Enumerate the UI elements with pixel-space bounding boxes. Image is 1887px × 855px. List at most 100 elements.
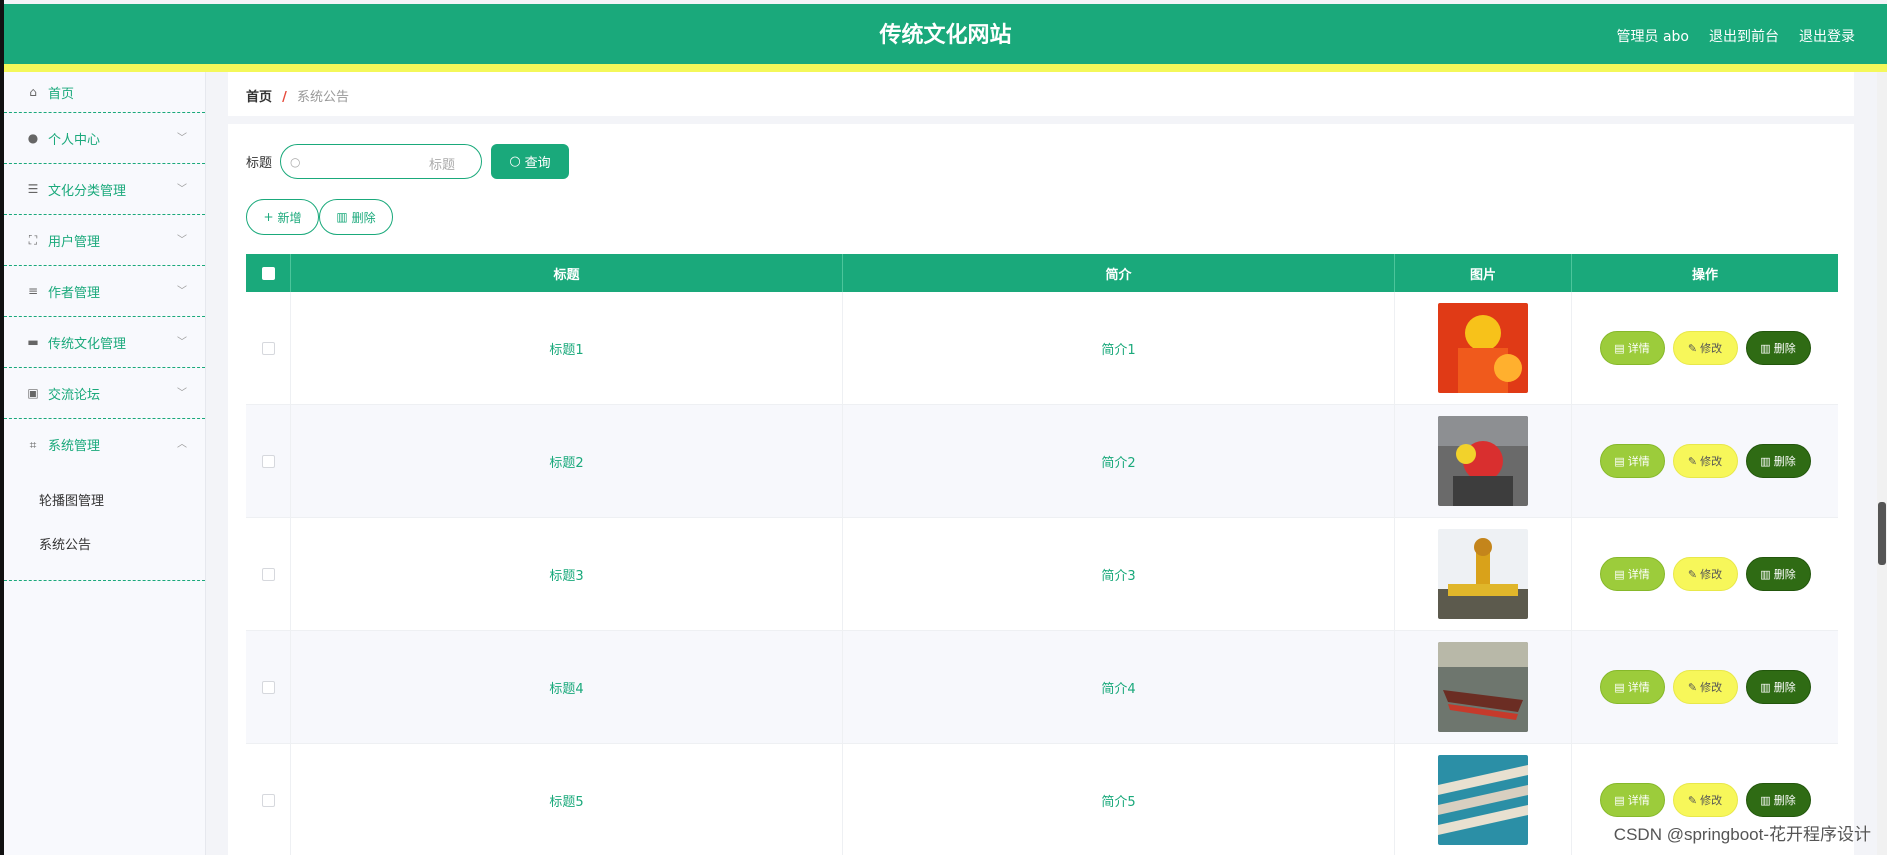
batch-delete-button[interactable]: ▥ 删除	[319, 199, 393, 235]
row-operation-cell: ▤ 详情 ✎ 修改 ▥ 删除	[1572, 518, 1838, 630]
trash-icon: ▥	[336, 210, 348, 224]
monitor-icon: ▬	[27, 335, 39, 349]
edit-label: 修改	[1700, 568, 1723, 581]
table-row: 标题2 简介2 ▤ 详情 ✎ 修改 ▥ 删除	[246, 405, 1838, 518]
sidebar-item-label: 首页	[48, 86, 75, 102]
detail-button[interactable]: ▤ 详情	[1599, 444, 1665, 478]
sidebar-subitem-carousel[interactable]: 轮播图管理	[4, 480, 205, 524]
row-checkbox[interactable]	[261, 567, 275, 581]
detail-label: 详情	[1627, 342, 1650, 355]
edit-label: 修改	[1700, 455, 1723, 468]
trash-icon: ▥	[1760, 793, 1771, 807]
breadcrumb: 首页 / 系统公告	[246, 86, 349, 105]
row-intro: 简介3	[843, 518, 1395, 630]
search-icon: ○	[509, 154, 521, 169]
sidebar-item-forum[interactable]: ▣ 交流论坛 ﹀	[4, 368, 205, 419]
row-thumbnail[interactable]	[1438, 303, 1528, 393]
top-header: 传统文化网站 管理员 abo 退出到前台 退出登录	[4, 4, 1887, 68]
action-row: + 新增 ▥ 删除	[246, 199, 393, 235]
notice-table: 标题 简介 图片 操作 标题1 简介1 ▤ 详情 ✎ 修改 ▥ 删除 标题2 简…	[246, 254, 1838, 855]
detail-label: 详情	[1627, 794, 1650, 807]
logout-link[interactable]: 退出登录	[1799, 26, 1855, 46]
row-checkbox[interactable]	[261, 341, 275, 355]
delete-button-label: 删除	[351, 210, 376, 225]
sidebar-subitem-notice[interactable]: 系统公告	[4, 524, 205, 568]
detail-button[interactable]: ▤ 详情	[1599, 331, 1665, 365]
system-submenu: 轮播图管理 系统公告	[4, 470, 205, 581]
breadcrumb-home[interactable]: 首页	[246, 90, 272, 105]
breadcrumb-bar: 首页 / 系统公告	[228, 72, 1854, 116]
delete-button[interactable]: ▥ 删除	[1745, 557, 1811, 591]
select-all-checkbox[interactable]	[261, 266, 275, 280]
chevron-up-icon: ︿	[177, 439, 187, 450]
back-to-front-link[interactable]: 退出到前台	[1709, 26, 1779, 46]
document-icon: ▤	[1614, 567, 1625, 581]
scrollbar-thumb[interactable]	[1878, 502, 1886, 565]
edit-label: 修改	[1700, 342, 1723, 355]
row-checkbox[interactable]	[261, 680, 275, 694]
trash-icon: ▥	[1760, 567, 1771, 581]
column-header-operation: 操作	[1691, 267, 1718, 283]
detail-button[interactable]: ▤ 详情	[1599, 670, 1665, 704]
page-scrollbar[interactable]	[1877, 72, 1887, 855]
row-checkbox[interactable]	[261, 793, 275, 807]
edit-button[interactable]: ✎ 修改	[1672, 444, 1738, 478]
delete-label: 删除	[1773, 681, 1796, 694]
row-operation-cell: ▤ 详情 ✎ 修改 ▥ 删除	[1572, 292, 1838, 404]
row-intro: 简介5	[843, 744, 1395, 855]
row-title: 标题3	[291, 518, 843, 630]
delete-button[interactable]: ▥ 删除	[1745, 331, 1811, 365]
delete-button[interactable]: ▥ 删除	[1745, 783, 1811, 817]
query-button[interactable]: ○ 查询	[491, 144, 570, 179]
chevron-down-icon: ﹀	[177, 388, 187, 399]
home-icon: ⌂	[29, 85, 37, 99]
search-placeholder: 标题	[429, 158, 456, 173]
row-thumbnail[interactable]	[1438, 529, 1528, 619]
document-icon: ▤	[1614, 680, 1625, 694]
table-row: 标题5 简介5 ▤ 详情 ✎ 修改 ▥ 删除	[246, 744, 1838, 855]
row-title: 标题1	[291, 292, 843, 404]
sidebar-item-traditional-culture[interactable]: ▬ 传统文化管理 ﹀	[4, 317, 205, 368]
delete-label: 删除	[1773, 568, 1796, 581]
sidebar-item-user-management[interactable]: ⛶ 用户管理 ﹀	[4, 215, 205, 266]
column-header-title: 标题	[291, 254, 843, 292]
edit-button[interactable]: ✎ 修改	[1672, 670, 1738, 704]
sidebar-item-author-management[interactable]: ≡ 作者管理 ﹀	[4, 266, 205, 317]
edit-button[interactable]: ✎ 修改	[1672, 557, 1738, 591]
sidebar-item-label: 文化分类管理	[48, 183, 127, 199]
column-header-intro: 简介	[843, 254, 1395, 292]
sidebar-item-personal-center[interactable]: ● 个人中心 ﹀	[4, 113, 205, 164]
row-operation-cell: ▤ 详情 ✎ 修改 ▥ 删除	[1572, 631, 1838, 743]
chevron-down-icon: ﹀	[177, 235, 187, 246]
sidebar-item-culture-category[interactable]: ☰ 文化分类管理 ﹀	[4, 164, 205, 215]
row-thumbnail[interactable]	[1438, 642, 1528, 732]
detail-button[interactable]: ▤ 详情	[1599, 783, 1665, 817]
row-thumbnail[interactable]	[1438, 416, 1528, 506]
search-input[interactable]: ○ 标题	[280, 144, 483, 179]
trash-icon: ▥	[1760, 341, 1771, 355]
add-button[interactable]: + 新增	[246, 199, 319, 235]
list-icon: ☰	[27, 182, 39, 196]
edit-button[interactable]: ✎ 修改	[1672, 331, 1738, 365]
sidebar-item-label: 传统文化管理	[48, 336, 127, 352]
row-intro: 简介2	[843, 405, 1395, 517]
sidebar-item-home[interactable]: ⌂ 首页	[4, 72, 205, 113]
document-icon: ▤	[1614, 341, 1625, 355]
delete-label: 删除	[1773, 794, 1796, 807]
row-thumbnail[interactable]	[1438, 755, 1528, 845]
delete-button[interactable]: ▥ 删除	[1745, 444, 1811, 478]
sidebar-item-system-management[interactable]: ⌗ 系统管理 ︿	[4, 419, 205, 470]
row-checkbox-cell	[246, 292, 291, 404]
trash-icon: ▥	[1760, 454, 1771, 468]
row-checkbox[interactable]	[261, 454, 275, 468]
edit-button[interactable]: ✎ 修改	[1672, 783, 1738, 817]
sidebar-item-label: 个人中心	[48, 132, 101, 148]
table-row: 标题4 简介4 ▤ 详情 ✎ 修改 ▥ 删除	[246, 631, 1838, 744]
detail-button[interactable]: ▤ 详情	[1599, 557, 1665, 591]
search-icon: ○	[290, 155, 301, 169]
watermark: CSDN @springboot-花开程序设计	[1613, 825, 1871, 844]
delete-button[interactable]: ▥ 删除	[1745, 670, 1811, 704]
row-image-cell	[1395, 292, 1572, 404]
row-image-cell	[1395, 405, 1572, 517]
row-title: 标题5	[291, 744, 843, 855]
